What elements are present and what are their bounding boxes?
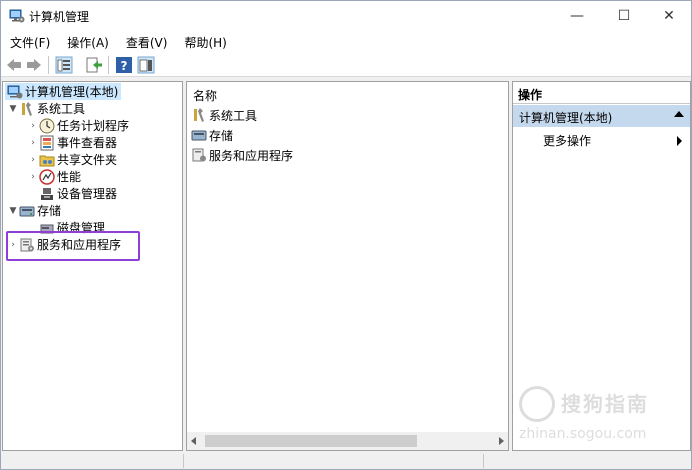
tree-item-label: 任务计划程序 <box>57 119 130 133</box>
tree-item-label: 存储 <box>37 204 62 218</box>
list-item-label: 存储 <box>209 128 234 143</box>
action-group-label: 计算机管理(本地) <box>519 111 613 125</box>
action-group-computer-management[interactable]: 计算机管理(本地) <box>513 105 690 127</box>
scroll-right-icon[interactable] <box>499 437 504 445</box>
tree-item-system-tools[interactable]: ▼ 系统工具 <box>7 100 85 117</box>
console-tree-pane: 计算机管理(本地) ▼ 系统工具 › 任务计划程序 › 事件查看器 › 共享文件… <box>2 81 183 451</box>
menu-help[interactable]: 帮助(H) <box>175 31 234 53</box>
device-manager-icon <box>41 187 53 200</box>
event-viewer-icon <box>40 135 54 150</box>
highlight-annotation <box>6 231 140 261</box>
status-separator <box>483 454 484 468</box>
maximize-button[interactable]: ☐ <box>601 1 647 31</box>
title-bar: 计算机管理 — ☐ ✕ <box>1 1 691 31</box>
tree-item-event-viewer[interactable]: › 事件查看器 <box>27 134 117 151</box>
action-pane: 操作 计算机管理(本地) 更多操作 搜狗指南 zhinan.sogou.com <box>512 81 691 451</box>
window-title: 计算机管理 <box>29 10 90 24</box>
show-hide-console-tree-icon[interactable] <box>55 56 73 74</box>
tree-item-performance[interactable]: › 性能 <box>27 168 81 185</box>
list-item-system-tools[interactable]: 系统工具 <box>191 106 257 124</box>
horizontal-scrollbar[interactable] <box>187 432 508 450</box>
help-icon[interactable]: ? <box>115 56 133 74</box>
menu-action[interactable]: 操作(A) <box>58 31 117 53</box>
tree-item-storage[interactable]: ▼ 存储 <box>7 202 61 219</box>
chevron-down-icon[interactable]: ▼ <box>7 206 19 216</box>
computer-management-window: 计算机管理 — ☐ ✕ 文件(F) 操作(A) 查看(V) 帮助(H) ? 计算… <box>0 0 692 470</box>
more-actions-item[interactable]: 更多操作 <box>543 132 688 150</box>
menu-bar: 文件(F) 操作(A) 查看(V) 帮助(H) <box>1 31 691 53</box>
tree-item-label: 性能 <box>57 170 82 184</box>
toolbar-separator <box>48 56 49 74</box>
action-pane-header: 操作 <box>513 82 690 104</box>
tree-item-task-scheduler[interactable]: › 任务计划程序 <box>27 117 129 134</box>
menu-view[interactable]: 查看(V) <box>117 31 176 53</box>
close-button[interactable]: ✕ <box>646 1 692 31</box>
tree-item-label: 事件查看器 <box>57 136 118 150</box>
list-item-label: 服务和应用程序 <box>209 148 294 163</box>
chevron-right-icon[interactable]: › <box>27 172 39 182</box>
export-list-icon[interactable] <box>85 56 103 74</box>
watermark-text: 搜狗指南 <box>561 392 649 416</box>
chevron-right-icon[interactable]: › <box>27 155 39 165</box>
storage-icon <box>19 206 35 216</box>
scroll-left-icon[interactable] <box>191 437 196 445</box>
tree-item-label: 系统工具 <box>37 102 86 116</box>
system-tools-icon <box>22 101 32 116</box>
chevron-right-icon[interactable]: › <box>27 121 39 131</box>
storage-icon <box>191 130 207 141</box>
collapse-up-icon[interactable] <box>674 111 684 117</box>
submenu-arrow-icon <box>677 136 682 146</box>
results-list-pane: 名称 系统工具 存储 服务和应用程序 <box>186 81 509 451</box>
list-item-storage[interactable]: 存储 <box>191 126 233 144</box>
services-apps-icon <box>192 148 206 162</box>
shared-folder-icon <box>39 155 55 166</box>
tree-item-label: 计算机管理(本地) <box>25 85 119 99</box>
list-item-services-apps[interactable]: 服务和应用程序 <box>191 146 293 164</box>
column-header-name[interactable]: 名称 <box>193 87 217 104</box>
tree-item-device-manager[interactable]: 设备管理器 <box>39 185 117 202</box>
tree-item-label: 设备管理器 <box>57 187 118 201</box>
list-item-label: 系统工具 <box>209 108 258 123</box>
watermark: 搜狗指南 zhinan.sogou.com <box>519 386 679 446</box>
tree-item-computer-management[interactable]: 计算机管理(本地) <box>5 83 121 100</box>
show-hide-action-pane-icon[interactable] <box>137 56 155 74</box>
minimize-button[interactable]: — <box>554 1 600 31</box>
toolbar-separator <box>108 56 109 74</box>
watermark-url: zhinan.sogou.com <box>519 426 647 442</box>
status-separator <box>183 454 184 468</box>
system-tools-icon <box>194 108 204 122</box>
computer-management-icon <box>9 9 25 23</box>
tree-item-label: 共享文件夹 <box>57 153 118 167</box>
menu-file[interactable]: 文件(F) <box>1 31 58 53</box>
back-arrow-icon[interactable] <box>5 56 23 74</box>
chevron-down-icon[interactable]: ▼ <box>7 104 19 114</box>
forward-arrow-icon[interactable] <box>25 56 43 74</box>
chevron-right-icon[interactable]: › <box>27 138 39 148</box>
status-bar <box>1 453 691 469</box>
toolbar: ? <box>1 53 691 77</box>
svg-text:?: ? <box>121 59 128 73</box>
more-actions-label: 更多操作 <box>543 134 592 148</box>
clock-icon <box>39 118 55 133</box>
tree-item-shared-folders[interactable]: › 共享文件夹 <box>27 151 117 168</box>
performance-icon <box>39 168 55 185</box>
computer-management-icon <box>7 85 23 98</box>
sogou-logo-icon <box>519 386 555 422</box>
scrollbar-thumb[interactable] <box>205 435 417 447</box>
